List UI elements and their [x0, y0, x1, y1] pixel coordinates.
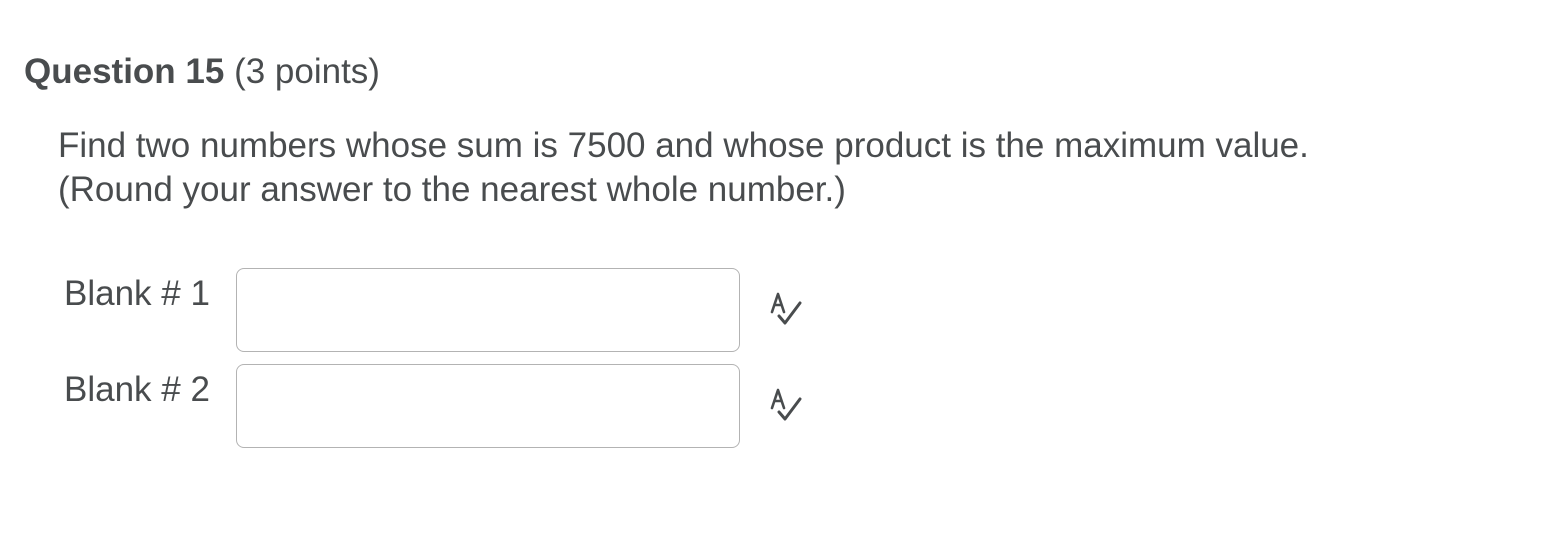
- question-text: Find two numbers whose sum is 7500 and w…: [58, 124, 1309, 212]
- blank-row-2: Blank # 2: [64, 364, 824, 448]
- spell-check-icon[interactable]: [766, 386, 806, 426]
- spell-check-icon[interactable]: [766, 290, 806, 330]
- blank-input-1[interactable]: [236, 268, 740, 352]
- blank-label-1: Blank # 1: [64, 274, 210, 313]
- question-points: (3 points): [234, 52, 380, 91]
- question-title: Question 15: [24, 52, 225, 91]
- question-text-line-2: (Round your answer to the nearest whole …: [58, 170, 846, 209]
- quiz-page: Question 15 (3 points) Find two numbers …: [0, 0, 1560, 557]
- blank-row-1: Blank # 1: [64, 268, 824, 352]
- question-header: Question 15 (3 points): [24, 50, 380, 94]
- blank-label-2: Blank # 2: [64, 370, 210, 409]
- question-text-line-1: Find two numbers whose sum is 7500 and w…: [58, 126, 1309, 165]
- blank-input-2[interactable]: [236, 364, 740, 448]
